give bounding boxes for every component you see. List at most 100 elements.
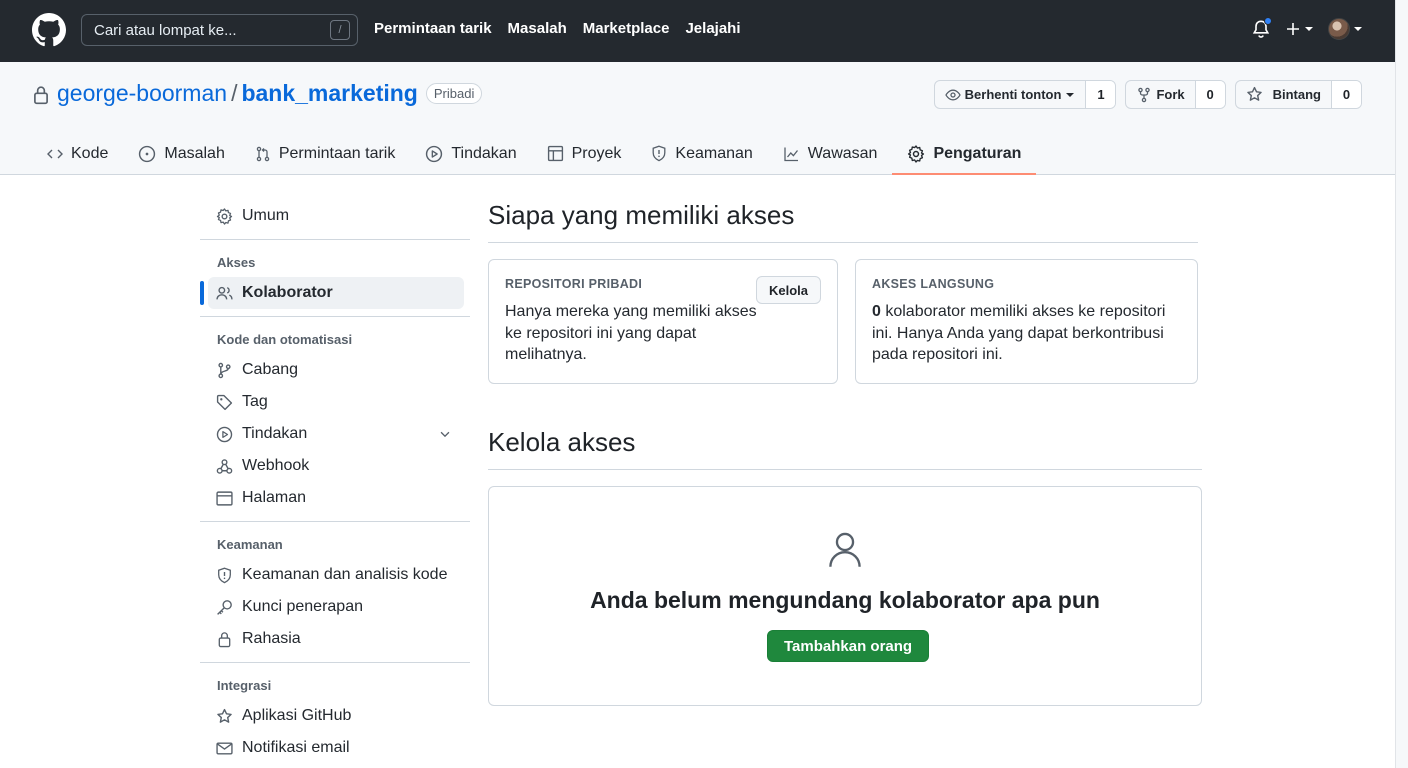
settings-sidebar: Umum Akses Kolaborator Kode dan otomatis… xyxy=(200,200,470,764)
sidebar-item-label: Rahasia xyxy=(242,630,301,647)
global-nav: Permintaan tarik Masalah Marketplace Jel… xyxy=(374,20,741,37)
direct-access-text: 0 kolaborator memiliki akses ke reposito… xyxy=(872,301,1181,366)
nav-explore[interactable]: Jelajahi xyxy=(685,20,740,37)
github-logo-icon[interactable] xyxy=(32,13,66,47)
search-placeholder: Cari atau lompat ke... xyxy=(94,22,237,39)
header-actions xyxy=(1251,17,1363,40)
sidebar-item-deploy-keys[interactable]: Kunci penerapan xyxy=(208,591,464,623)
tab-label: Tindakan xyxy=(451,144,517,162)
sidebar-item-label: Aplikasi GitHub xyxy=(242,707,352,724)
sidebar-item-collaborators[interactable]: Kolaborator xyxy=(200,277,464,309)
direct-access-box: Akses langsung 0 kolaborator memiliki ak… xyxy=(855,259,1198,384)
repo-name-link[interactable]: bank_marketing xyxy=(241,80,417,107)
sidebar-heading-security: Keamanan xyxy=(217,536,283,552)
tab-label: Kode xyxy=(71,144,109,162)
sidebar-item-general[interactable]: Umum xyxy=(208,200,464,232)
repository-title: george-boorman / bank_marketing Pribadi xyxy=(57,80,483,107)
manage-access-title: Kelola akses xyxy=(488,427,1202,470)
sidebar-item-label: Cabang xyxy=(242,361,299,378)
play-icon xyxy=(426,145,443,162)
tab-issues[interactable]: Masalah xyxy=(123,132,239,175)
sidebar-item-email-notifications[interactable]: Notifikasi email xyxy=(208,732,464,764)
avatar xyxy=(1328,18,1350,40)
sidebar-item-actions[interactable]: Tindakan xyxy=(208,418,464,450)
repo-owner-link[interactable]: george-boorman xyxy=(57,80,227,107)
star-icon xyxy=(217,708,232,723)
fork-count[interactable]: 0 xyxy=(1194,81,1225,108)
tab-pull-requests[interactable]: Permintaan tarik xyxy=(240,132,411,175)
browser-icon xyxy=(216,490,233,506)
sidebar-item-label: Halaman xyxy=(242,489,307,506)
tag-icon xyxy=(216,394,233,410)
sidebar-heading-access: Akses xyxy=(217,254,256,270)
star-button[interactable]: Bintang xyxy=(1236,81,1331,108)
star-icon xyxy=(1246,86,1262,101)
graph-icon xyxy=(784,147,798,161)
tab-security[interactable]: Keamanan xyxy=(636,132,767,175)
repo-separator: / xyxy=(231,80,238,106)
eye-icon xyxy=(944,89,961,100)
tab-projects[interactable]: Proyek xyxy=(532,132,637,175)
tab-label: Masalah xyxy=(164,144,225,162)
star-label: Bintang xyxy=(1272,87,1321,102)
page-scrollbar[interactable] xyxy=(1395,0,1408,768)
sidebar-item-label: Tag xyxy=(242,393,268,410)
watch-count[interactable]: 1 xyxy=(1085,81,1116,108)
person-icon xyxy=(829,532,861,567)
sidebar-item-github-apps[interactable]: Aplikasi GitHub xyxy=(208,700,464,732)
collaborator-count: 0 xyxy=(872,303,881,320)
unwatch-button[interactable]: Berhenti tonton xyxy=(935,81,1086,108)
repository-actions: Berhenti tonton 1 Fork 0 Bintang 0 xyxy=(933,80,1362,109)
search-input[interactable]: Cari atau lompat ke... / xyxy=(81,14,358,46)
star-button-group: Bintang 0 xyxy=(1234,80,1362,109)
sidebar-heading-integrations: Integrasi xyxy=(217,677,272,693)
manage-visibility-button[interactable]: Kelola xyxy=(755,276,821,304)
add-people-button[interactable]: Tambahkan orang xyxy=(767,630,930,662)
star-count[interactable]: 0 xyxy=(1331,81,1361,108)
code-icon xyxy=(47,149,63,158)
nav-pull-requests[interactable]: Permintaan tarik xyxy=(374,20,492,37)
shield-icon xyxy=(218,567,231,583)
people-icon xyxy=(216,286,233,299)
nav-marketplace[interactable]: Marketplace xyxy=(583,20,670,37)
sidebar-item-branches[interactable]: Cabang xyxy=(208,354,464,386)
mail-icon xyxy=(216,741,233,755)
watch-button-group: Berhenti tonton 1 xyxy=(933,80,1117,109)
repository-tabs: Kode Masalah Permintaan tarik Tindakan P… xyxy=(32,132,1037,175)
sidebar-divider xyxy=(200,316,470,317)
sidebar-item-label: Notifikasi email xyxy=(242,739,350,756)
tab-actions[interactable]: Tindakan xyxy=(410,132,531,175)
git-pull-request-icon xyxy=(256,146,270,161)
sidebar-divider xyxy=(200,521,470,522)
sidebar-item-label: Umum xyxy=(242,207,290,224)
sidebar-item-tags[interactable]: Tag xyxy=(208,386,464,418)
caret-down-icon xyxy=(1305,27,1313,31)
tab-label: Keamanan xyxy=(675,144,753,162)
nav-issues[interactable]: Masalah xyxy=(508,20,567,37)
sidebar-item-webhooks[interactable]: Webhook xyxy=(208,450,464,482)
tab-code[interactable]: Kode xyxy=(32,132,123,175)
caret-down-icon xyxy=(1354,27,1362,31)
sidebar-item-label: Webhook xyxy=(242,457,310,474)
fork-button[interactable]: Fork xyxy=(1126,81,1194,108)
direct-access-label: Akses langsung xyxy=(872,277,995,291)
notifications-bell-icon[interactable] xyxy=(1251,17,1272,39)
table-icon xyxy=(547,145,563,162)
sidebar-item-pages[interactable]: Halaman xyxy=(208,482,464,514)
tab-settings[interactable]: Pengaturan xyxy=(892,132,1037,175)
webhook-icon xyxy=(216,458,233,474)
sidebar-item-label: Kunci penerapan xyxy=(242,598,363,615)
sidebar-item-label: Keamanan dan analisis kode xyxy=(242,566,448,583)
gear-icon xyxy=(216,207,233,225)
chevron-down-icon[interactable] xyxy=(438,427,452,441)
sidebar-heading-code-automation: Kode dan otomatisasi xyxy=(217,331,353,347)
plus-icon xyxy=(1287,23,1299,35)
tab-insights[interactable]: Wawasan xyxy=(768,132,893,175)
issue-opened-icon xyxy=(139,145,156,162)
access-summary: Repositori pribadi Hanya mereka yang mem… xyxy=(488,259,1202,384)
sidebar-item-code-security[interactable]: Keamanan dan analisis kode xyxy=(208,559,464,591)
sidebar-item-secrets[interactable]: Rahasia xyxy=(208,623,464,655)
user-menu-dropdown[interactable] xyxy=(1328,18,1363,40)
empty-state-title: Anda belum mengundang kolaborator apa pu… xyxy=(590,587,1100,613)
create-new-dropdown[interactable] xyxy=(1285,21,1314,37)
